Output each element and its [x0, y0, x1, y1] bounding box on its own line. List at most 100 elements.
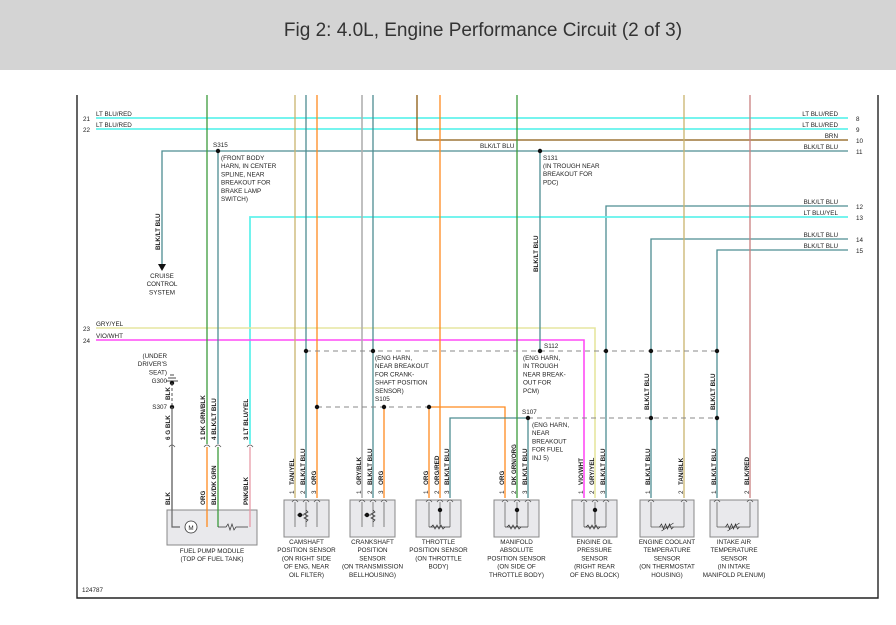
fuel-pump-pin-6: 6 G BLK	[165, 415, 172, 440]
motor-icon-glyph: M	[188, 525, 193, 532]
splice-note-s315: SPLINE, NEAR	[221, 171, 265, 178]
cmp-pin-wire-label: TAN/YEL	[289, 458, 296, 485]
cmp-pin-wire-label: ORG	[311, 471, 318, 485]
wire-label: BLK/LT BLU	[710, 373, 717, 410]
splice-note-s105: NEAR BREAKOUT	[375, 363, 429, 370]
right-connector-pin-11: 11	[856, 149, 863, 156]
cruise-arrow-icon	[158, 264, 166, 271]
splice-id-s307: S307	[152, 404, 167, 411]
cmp-pin-wire-label: BLK/LT BLU	[300, 448, 307, 485]
wire-15	[716, 249, 848, 498]
tps-sensor-label: THROTTLE	[422, 539, 455, 546]
splice-note-s105: SENSOR)	[375, 388, 404, 395]
splice-note-g300: DRIVER'S	[138, 361, 167, 368]
splice-note-s315: BREAKOUT FOR	[221, 180, 271, 187]
oil-pin-wire-label: GRY/YEL	[589, 457, 596, 485]
splice-note-s131: PDC)	[543, 179, 558, 186]
oil-sensor-box	[571, 499, 618, 538]
ground-icon	[166, 374, 178, 382]
right-connector-pin-8: 8	[856, 116, 860, 123]
fuel-pump-pin-1: 1 DK GRN/BLK	[200, 395, 207, 440]
left-connector-pin-23: 23	[83, 326, 91, 333]
left-connector-pin-22: 22	[83, 127, 91, 134]
splice-note-s107: (ENG HARN,	[532, 422, 569, 429]
right-connector-pin-9: 9	[856, 127, 860, 134]
connector-pin-icon	[246, 444, 254, 448]
oil-pin-wire-label: BLK/LT BLU	[600, 448, 607, 485]
iat-sensor-label: SENSOR	[721, 555, 748, 562]
ect-pin-number: 1	[645, 490, 652, 494]
map-pin-wire-label: BLK/LT BLU	[522, 448, 529, 485]
cmp-wiper-dot	[297, 512, 303, 518]
splice-note-s107: BREAKOUT	[532, 438, 567, 445]
iat-sensor-label: INTAKE AIR	[717, 539, 752, 546]
left-connector-pin-24: 24	[83, 338, 91, 345]
splice-note-s315: (FRONT BODY	[221, 155, 265, 162]
splice-note-s315: HARN, IN CENTER	[221, 163, 277, 170]
ckp-pin-number: 1	[356, 490, 363, 494]
map-pin-wire-label: ORG	[499, 471, 506, 485]
ckp-sensor-label: (ON TRANSMISSION	[342, 564, 404, 571]
splice-note-s105: FOR CRANK-	[375, 371, 414, 378]
cmp-sensor-label: OF ENG, NEAR	[284, 564, 330, 571]
wire-13	[249, 216, 848, 444]
splice-note-s107: NEAR	[532, 430, 550, 437]
connector-pin-icon	[203, 444, 211, 448]
wire-label: BLK/LT BLU	[155, 213, 162, 250]
tps-pin-number: 2	[434, 490, 441, 494]
ckp-wiper-dot	[364, 512, 370, 518]
cmp-sensor-label: POSITION SENSOR	[277, 547, 336, 554]
splice-id-s131: S131	[543, 155, 558, 162]
cruise-control-label: CRUISE	[150, 273, 174, 280]
splice-note-s107: FOR FUEL	[532, 447, 564, 454]
cmp-sensor-label: CAMSHAFT	[289, 539, 324, 546]
ect-sensor-label: SENSOR	[654, 555, 681, 562]
cmp-sensor-box	[283, 499, 330, 538]
splice-dot-s112	[648, 348, 654, 354]
ect-pin-wire-label: TAN/BLK	[678, 457, 685, 485]
splice-note-s112: OUT FOR	[523, 380, 552, 387]
fuel-pump-inner-wire-label: BLK/DK GRN	[211, 465, 218, 505]
splice-id-s105: S105	[375, 396, 390, 403]
right-connector-wire-label: BLK/LT BLU	[804, 232, 839, 239]
connector-pin-icon	[214, 444, 222, 448]
map-pin-number: 2	[511, 490, 518, 494]
ect-pin-wire-label: BLK/LT BLU	[645, 448, 652, 485]
ckp-pin-wire-label: BLK/LT BLU	[367, 448, 374, 485]
fuel-pump-pin-3: 3 LT BLU/YEL	[243, 399, 250, 440]
fuel-pump-inner-wire-label: PNK/BLK	[243, 477, 250, 505]
ect-sensor-label: HOUSING)	[651, 572, 683, 579]
left-connector-wire-label: LT BLU/RED	[96, 122, 132, 129]
tps-pin-number: 3	[444, 490, 451, 494]
tps-sensor-box	[415, 499, 462, 538]
tps-pin-number: 1	[423, 490, 430, 494]
iat-pin-number: 1	[711, 490, 718, 494]
splice-note-g300: SEAT)	[149, 369, 167, 376]
oil-pin-number: 3	[600, 490, 607, 494]
iat-pin-wire-label: BLK/RED	[744, 457, 751, 485]
right-connector-pin-13: 13	[856, 215, 864, 222]
right-connector-wire-label: LT BLU/RED	[802, 111, 838, 118]
wire-label: BLK	[165, 387, 172, 400]
iat-sensor-label: TEMPERATURE	[710, 547, 757, 554]
right-connector-pin-12: 12	[856, 204, 864, 211]
iat-sensor-label: MANIFOLD PLENUM)	[703, 572, 766, 579]
ckp-pin-number: 3	[378, 490, 385, 494]
fuel-pump-pin-4: 4 BLK/LT BLU	[211, 398, 218, 440]
ckp-pin-wire-label: ORG	[378, 471, 385, 485]
ckp-sensor-label: BELLHOUSING)	[349, 572, 396, 579]
splice-dot-s112	[714, 348, 720, 354]
right-connector-wire-label: LT BLU/YEL	[804, 210, 839, 217]
oil-sensor-label: OF ENG BLOCK)	[570, 572, 619, 579]
fuel-pump-module-label: (TOP OF FUEL TANK)	[181, 556, 244, 563]
right-connector-wire-label: BLK/LT BLU	[804, 243, 839, 250]
ect-sensor-label: ENGINE COOLANT	[639, 539, 695, 546]
wire-label: BLK/LT BLU	[533, 235, 540, 272]
fuel-pump-inner-wire-label: ORG	[200, 491, 207, 505]
cmp-pin-number: 3	[311, 490, 318, 494]
tps-pin-wire-label: BLK/LT BLU	[444, 448, 451, 485]
splice-id-s107: S107	[522, 409, 537, 416]
oil-sensor-label: ENGINE OIL	[576, 539, 613, 546]
splice-note-g300: (UNDER	[143, 353, 168, 360]
oil-sensor-label: (RIGHT REAR	[574, 564, 615, 571]
